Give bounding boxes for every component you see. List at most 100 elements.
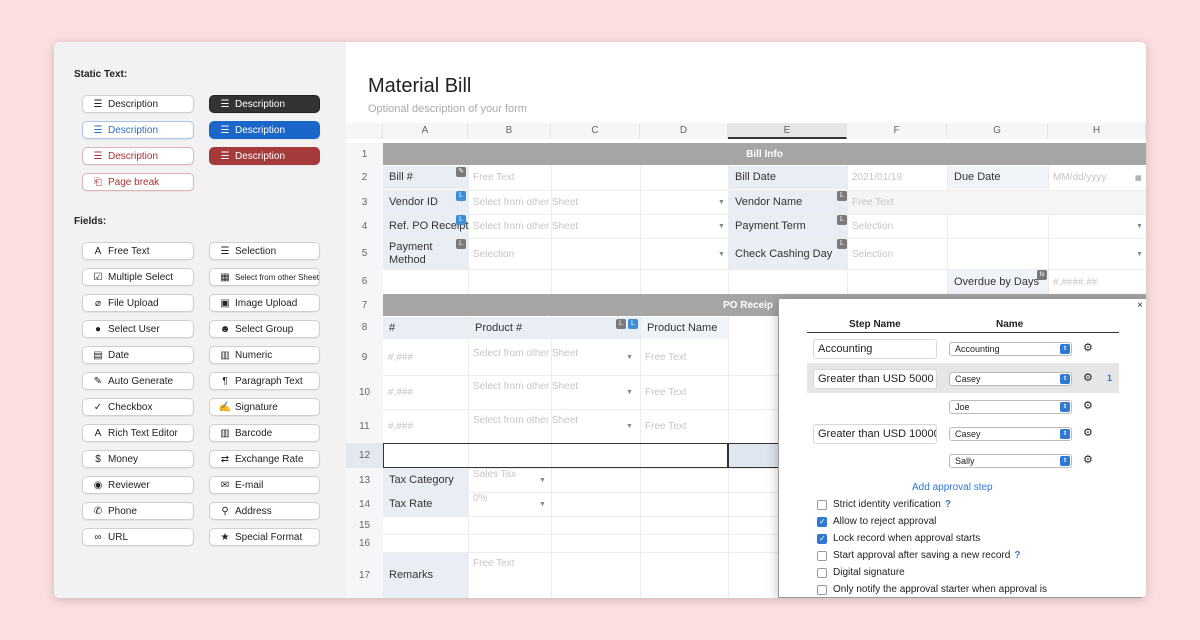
field-selection[interactable]: ☰ Selection (209, 242, 320, 260)
field-free-text[interactable]: A Free Text (82, 242, 194, 260)
field-paragraph-text[interactable]: ¶ Paragraph Text (209, 372, 320, 390)
check-cashing-day-field[interactable]: Selection (848, 239, 1146, 269)
approver-select[interactable]: Casey ⇕ (949, 372, 1072, 386)
row-header[interactable]: 8 (346, 316, 383, 339)
product-name-cell[interactable]: Free Text (641, 409, 728, 443)
column-header-e[interactable]: E (728, 123, 847, 139)
row-header[interactable]: 11 (346, 409, 383, 443)
field-barcode[interactable]: ▥ Barcode (209, 424, 320, 442)
add-approval-step-link[interactable]: Add approval step (912, 482, 993, 493)
field-numeric[interactable]: ▥ Numeric (209, 346, 320, 364)
approver-select[interactable]: Casey ⇕ (949, 427, 1072, 441)
row-header[interactable]: 1 (346, 143, 383, 165)
approver-select[interactable]: Sally ⇕ (949, 454, 1072, 468)
step-name-input[interactable]: Greater than USD 10000 (813, 424, 937, 444)
selected-cell-e12[interactable] (728, 443, 780, 468)
checkbox[interactable] (817, 567, 827, 578)
field-select-user[interactable]: ● Select User (82, 320, 194, 338)
row-header[interactable]: 7 (346, 294, 383, 316)
static-description-blue-filled[interactable]: ☰ Description (209, 121, 320, 139)
due-date-field[interactable]: MM/dd/yyyy (1049, 166, 1146, 189)
row-header[interactable]: 14 (346, 492, 383, 516)
label-product-name[interactable]: Product Name (641, 317, 728, 339)
field-checkbox[interactable]: ✓ Checkbox (82, 398, 194, 416)
gear-icon[interactable]: ⚙ (1083, 371, 1093, 384)
label-check-cashing-day[interactable]: Check Cashing Day (729, 239, 847, 269)
checkbox[interactable] (817, 550, 827, 561)
option-start-after-save[interactable]: Start approval after saving a new record… (817, 550, 1020, 561)
option-notify-starter[interactable]: Only notify the approval starter when ap… (817, 584, 1047, 595)
step-name-input[interactable]: Greater than USD 5000 (813, 369, 937, 389)
payment-method-field[interactable]: Selection (469, 239, 727, 269)
label-payment-term[interactable]: Payment Term (729, 215, 847, 238)
product-no-cell[interactable]: Select from other Sheet (469, 403, 640, 437)
option-allow-reject[interactable]: Allow to reject approval (817, 516, 936, 527)
field-exchange-rate[interactable]: ⇄ Exchange Rate (209, 450, 320, 468)
column-header-b[interactable]: B (468, 123, 551, 139)
label-overdue-by-days[interactable]: Overdue by Days (948, 270, 1048, 294)
option-lock-record[interactable]: Lock record when approval starts (817, 533, 980, 544)
field-address[interactable]: ⚲ Address (209, 502, 320, 520)
checkbox-checked[interactable] (817, 533, 827, 544)
label-po-number[interactable]: # (383, 317, 468, 339)
row-header[interactable]: 3 (346, 190, 383, 214)
bill-date-field[interactable]: 2021/01/19 (848, 166, 947, 189)
column-header-g[interactable]: G (947, 123, 1048, 139)
column-header-c[interactable]: C (551, 123, 640, 139)
row-header[interactable]: 6 (346, 269, 383, 294)
product-no-cell[interactable]: Select from other Sheet (469, 369, 640, 403)
field-file-upload[interactable]: ⌀ File Upload (82, 294, 194, 312)
checkbox[interactable] (817, 499, 827, 510)
overdue-field[interactable]: #,####.## (1049, 270, 1146, 294)
gear-icon[interactable]: ⚙ (1083, 341, 1093, 354)
vendor-id-field[interactable]: Select from other Sheet (469, 191, 727, 214)
option-digital-signature[interactable]: Digital signature (817, 567, 905, 578)
po-number-cell[interactable]: #,### (384, 409, 468, 443)
field-phone[interactable]: ✆ Phone (82, 502, 194, 520)
static-description-red-outline[interactable]: ☰ Description (82, 147, 194, 165)
field-reviewer[interactable]: ◉ Reviewer (82, 476, 194, 494)
gear-icon[interactable]: ⚙ (1083, 453, 1093, 466)
step-name-input[interactable]: Accounting (813, 339, 937, 359)
option-strict-identity[interactable]: Strict identity verification? (817, 499, 951, 510)
form-description[interactable]: Optional description of your form (368, 103, 527, 115)
checkbox[interactable] (817, 584, 827, 595)
close-icon[interactable]: × (1137, 300, 1143, 311)
column-header-f[interactable]: F (847, 123, 947, 139)
row-header[interactable]: 9 (346, 339, 383, 375)
label-tax-category[interactable]: Tax Category (383, 469, 468, 492)
gear-icon[interactable]: ⚙ (1083, 399, 1093, 412)
row-header[interactable]: 13 (346, 468, 383, 492)
field-date[interactable]: ▤ Date (82, 346, 194, 364)
ref-po-receipt-field[interactable]: Select from other Sheet (469, 215, 727, 238)
field-url[interactable]: ∞ URL (82, 528, 194, 546)
column-header-d[interactable]: D (640, 123, 728, 139)
product-name-cell[interactable]: Free Text (641, 375, 728, 409)
gear-icon[interactable]: ⚙ (1083, 426, 1093, 439)
row-header[interactable]: 17 (346, 552, 383, 598)
po-number-cell[interactable]: #,### (384, 375, 468, 409)
remarks-field[interactable]: Free Text (469, 553, 728, 598)
row-header[interactable]: 16 (346, 534, 383, 552)
row-header[interactable]: 4 (346, 214, 383, 238)
field-multiple-select[interactable]: ☑ Multiple Select (82, 268, 194, 286)
static-description-blue-outline[interactable]: ☰ Description (82, 121, 194, 139)
column-header-h[interactable]: H (1048, 123, 1146, 139)
checkbox-checked[interactable] (817, 516, 827, 527)
label-tax-rate[interactable]: Tax Rate (383, 493, 468, 516)
approver-select[interactable]: Accounting ⇕ (949, 342, 1072, 356)
approver-select[interactable]: Joe ⇕ (949, 400, 1072, 414)
row-header[interactable]: 12 (346, 443, 383, 468)
field-special-format[interactable]: ★ Special Format (209, 528, 320, 546)
label-due-date[interactable]: Due Date (948, 166, 1048, 189)
product-name-cell[interactable]: Free Text (641, 339, 728, 375)
po-number-cell[interactable]: #,### (384, 339, 468, 375)
help-icon[interactable]: ? (1014, 550, 1020, 561)
selected-row-cell[interactable] (383, 443, 728, 468)
product-no-cell[interactable]: Select from other Sheet (469, 335, 640, 371)
field-money[interactable]: $ Money (82, 450, 194, 468)
label-vendor-name[interactable]: Vendor Name (729, 191, 847, 214)
help-icon[interactable]: ? (945, 499, 951, 510)
static-description-dark[interactable]: ☰ Description (209, 95, 320, 113)
vendor-name-field[interactable]: Free Text (848, 191, 1146, 214)
